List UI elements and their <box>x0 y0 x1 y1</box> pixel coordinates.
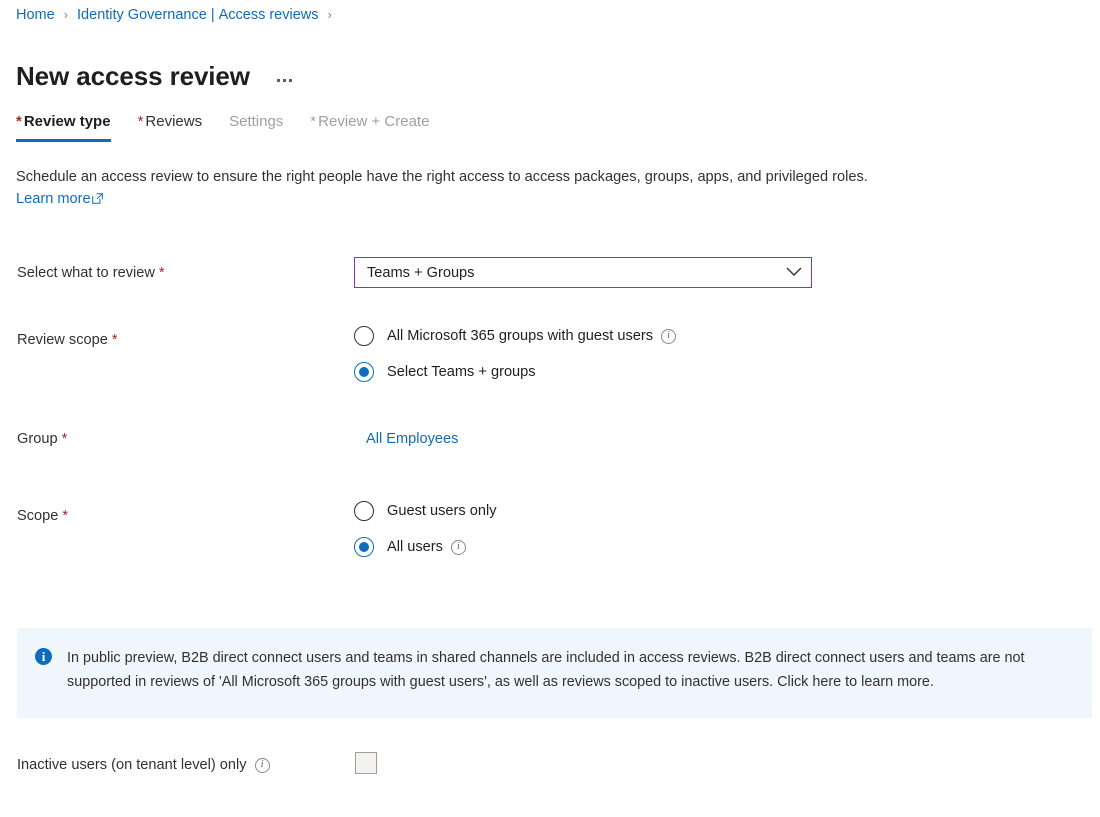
required-asterisk-4: * <box>62 508 68 524</box>
tab-review-type-label: Review type <box>24 113 111 130</box>
dot-2 <box>283 79 286 82</box>
radio-all-m365-groups-label: All Microsoft 365 groups with guest user… <box>387 326 653 346</box>
learn-more-link[interactable]: Learn more <box>16 188 103 211</box>
inactive-users-label: Inactive users (on tenant level) only i <box>17 755 270 775</box>
scope-control: Guest users only All users i <box>354 501 497 557</box>
info-banner: i In public preview, B2B direct connect … <box>17 628 1092 718</box>
info-icon[interactable]: i <box>661 329 676 344</box>
info-banner-text: In public preview, B2B direct connect us… <box>67 646 1072 698</box>
intro-text: Schedule an access review to ensure the … <box>16 169 868 185</box>
info-icon-2[interactable]: i <box>451 540 466 555</box>
select-what-to-review-label-text: Select what to review <box>17 265 155 281</box>
review-scope-control: All Microsoft 365 groups with guest user… <box>354 326 676 382</box>
dot-3 <box>289 79 292 82</box>
chevron-down-icon <box>786 264 802 282</box>
radio-icon-unchecked <box>354 326 374 346</box>
scope-label: Scope* <box>17 506 68 526</box>
radio-all-users-label: All users <box>387 537 443 557</box>
required-asterisk-3: * <box>62 431 68 447</box>
group-label: Group* <box>17 429 67 449</box>
radio-select-teams-groups[interactable]: Select Teams + groups <box>354 362 676 382</box>
tab-required-asterisk-3: * <box>310 113 316 130</box>
required-asterisk-2: * <box>112 332 118 348</box>
select-what-to-review-control: Teams + Groups <box>354 257 812 288</box>
review-scope-label: Review scope* <box>17 330 118 350</box>
inactive-users-checkbox[interactable] <box>355 752 377 774</box>
required-asterisk: * <box>159 265 165 281</box>
breadcrumb-access-reviews[interactable]: Access reviews <box>219 5 319 25</box>
review-scope-radio-group: All Microsoft 365 groups with guest user… <box>354 326 676 382</box>
tab-reviews[interactable]: *Reviews <box>138 110 214 143</box>
intro-description: Schedule an access review to ensure the … <box>16 166 1076 211</box>
tab-settings-label: Settings <box>229 113 283 130</box>
radio-guest-users-only-label: Guest users only <box>387 501 497 521</box>
group-value-link[interactable]: All Employees <box>366 431 458 447</box>
select-what-to-review-value: Teams + Groups <box>367 263 786 283</box>
scope-radio-group: Guest users only All users i <box>354 501 497 557</box>
review-scope-label-text: Review scope <box>17 332 108 348</box>
more-options-icon[interactable] <box>275 75 294 86</box>
radio-guest-users-only[interactable]: Guest users only <box>354 501 497 521</box>
radio-select-teams-groups-label: Select Teams + groups <box>387 362 536 382</box>
select-what-to-review-dropdown[interactable]: Teams + Groups <box>354 257 812 288</box>
breadcrumb-chevron-icon-2: › <box>328 5 332 25</box>
tab-review-type[interactable]: *Review type <box>16 110 122 143</box>
scope-label-text: Scope <box>17 508 58 524</box>
breadcrumb-home[interactable]: Home <box>16 5 55 25</box>
tab-settings[interactable]: Settings <box>229 110 294 143</box>
tab-review-create[interactable]: *Review + Create <box>310 110 440 143</box>
radio-all-m365-groups-with-guest-users[interactable]: All Microsoft 365 groups with guest user… <box>354 326 676 346</box>
external-link-icon <box>92 189 103 211</box>
group-control: All Employees <box>366 429 458 449</box>
inactive-users-label-text: Inactive users (on tenant level) only <box>17 755 247 775</box>
group-label-text: Group <box>17 431 58 447</box>
breadcrumb: Home › Identity Governance | Access revi… <box>16 5 341 25</box>
breadcrumb-identity-governance[interactable]: Identity Governance <box>77 5 207 25</box>
page-title: New access review <box>16 59 250 93</box>
radio-icon-unchecked-2 <box>354 501 374 521</box>
wizard-tabs: *Review type *Reviews Settings *Review +… <box>16 110 456 143</box>
breadcrumb-divider: | <box>211 5 215 25</box>
radio-icon-checked-2 <box>354 537 374 557</box>
tab-review-create-label: Review + Create <box>318 113 429 130</box>
tab-required-asterisk-2: * <box>138 113 144 130</box>
page-header: New access review <box>16 42 294 111</box>
select-what-to-review-label: Select what to review* <box>17 263 165 283</box>
radio-icon-checked <box>354 362 374 382</box>
info-icon-3[interactable]: i <box>255 758 270 773</box>
learn-more-label: Learn more <box>16 188 91 210</box>
tab-required-asterisk: * <box>16 113 22 130</box>
breadcrumb-chevron-icon: › <box>64 5 68 25</box>
tab-reviews-label: Reviews <box>145 113 202 130</box>
radio-all-users[interactable]: All users i <box>354 537 497 557</box>
dot-1 <box>277 79 280 82</box>
info-icon-filled: i <box>35 648 52 665</box>
